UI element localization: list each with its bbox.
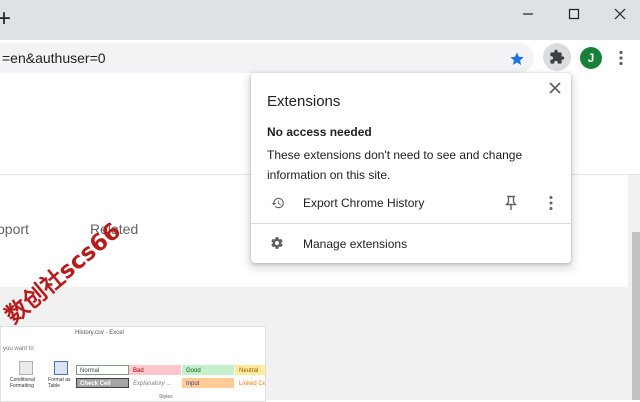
gear-icon xyxy=(271,237,283,249)
conditional-formatting-label: Conditional Formatting xyxy=(10,377,36,389)
manage-extensions-link[interactable]: Manage extensions xyxy=(251,231,571,257)
url-text[interactable]: =en&authuser=0 xyxy=(2,50,106,66)
manage-extensions-label: Manage extensions xyxy=(303,237,408,251)
spreadsheet-preview: History.csv - Excel you want to Conditio… xyxy=(0,326,266,402)
format-as-table-icon xyxy=(54,361,68,375)
window-close-icon[interactable] xyxy=(610,4,630,24)
extensions-popup: Extensions No access needed These extens… xyxy=(251,73,571,263)
conditional-formatting-icon xyxy=(19,361,33,375)
spreadsheet-ask-text: you want to xyxy=(3,346,34,352)
style-bad: Bad xyxy=(129,365,181,375)
browser-toolbar: =en&authuser=0 J xyxy=(0,40,640,76)
more-options-icon[interactable] xyxy=(547,195,555,211)
extension-item-export-chrome-history[interactable]: Export Chrome History xyxy=(251,190,571,216)
tab-support[interactable]: pport xyxy=(0,221,29,237)
style-linked-cell: Linked Ce xyxy=(235,378,265,388)
style-explanatory: Explanatory ... xyxy=(129,378,181,388)
address-bar[interactable]: =en&authuser=0 xyxy=(0,43,534,73)
maximize-icon[interactable] xyxy=(564,4,584,24)
scrollbar-thumb[interactable] xyxy=(632,232,640,400)
styles-group-label: Styles xyxy=(159,394,173,400)
no-access-heading: No access needed xyxy=(267,125,372,139)
format-as-table-label: Format as Table xyxy=(48,377,71,389)
close-icon[interactable] xyxy=(548,81,562,95)
extensions-button[interactable] xyxy=(543,43,571,71)
style-input: Input xyxy=(182,378,234,388)
bookmark-star-icon[interactable] xyxy=(509,51,525,67)
spreadsheet-title: History.csv - Excel xyxy=(75,330,124,336)
style-normal: Normal xyxy=(76,365,129,375)
pin-icon[interactable] xyxy=(504,195,518,211)
history-icon xyxy=(271,197,284,209)
extension-name: Export Chrome History xyxy=(303,196,425,210)
title-bar: + xyxy=(0,0,640,40)
profile-avatar[interactable]: J xyxy=(580,47,602,69)
browser-menu-icon[interactable] xyxy=(616,50,626,66)
style-neutral: Neutral xyxy=(235,365,265,375)
popup-divider xyxy=(251,223,571,224)
minimize-icon[interactable] xyxy=(518,4,538,24)
style-check-cell: Check Cell xyxy=(76,378,129,388)
new-tab-button[interactable]: + xyxy=(0,6,11,32)
puzzle-icon xyxy=(550,49,565,64)
no-access-description: These extensions don't need to see and c… xyxy=(267,148,523,182)
style-good: Good xyxy=(182,365,234,375)
popup-title: Extensions xyxy=(267,93,341,110)
